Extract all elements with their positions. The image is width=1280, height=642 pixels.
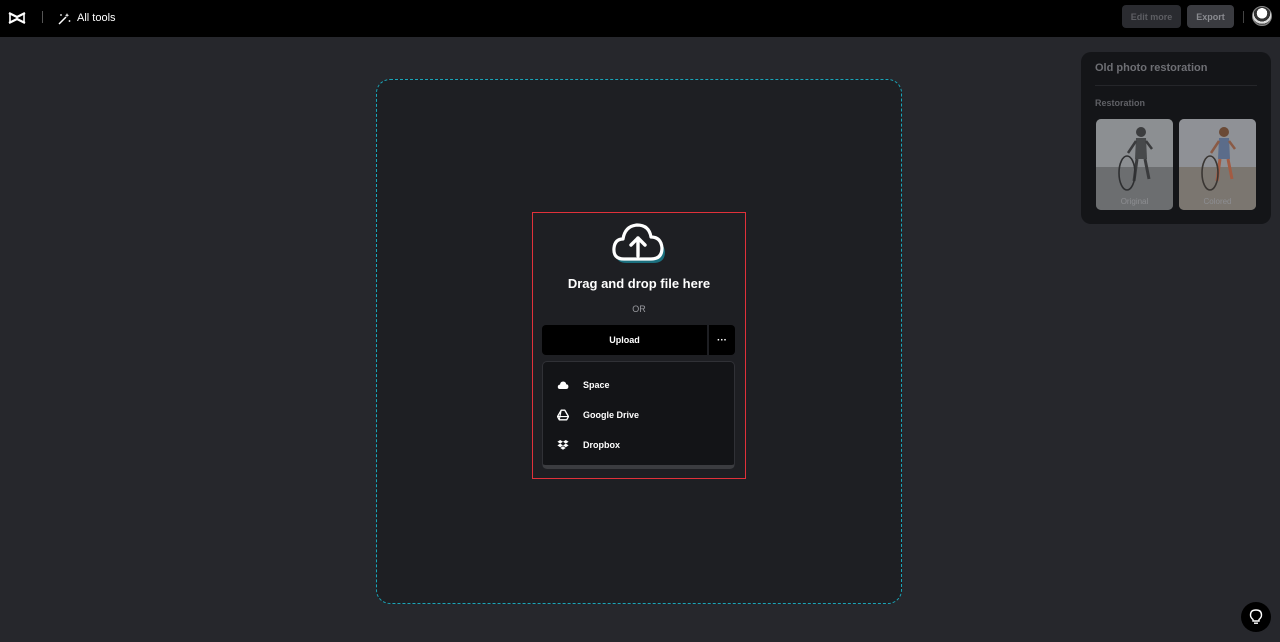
magic-wand-icon [58,12,71,25]
tool-panel: Old photo restoration Restoration Origin… [1081,52,1271,224]
cloud-icon [557,381,569,389]
cloud-upload-icon [612,223,665,263]
help-button[interactable] [1241,602,1271,632]
user-avatar[interactable] [1252,6,1272,26]
thumbnail-colored[interactable]: Colored [1179,119,1256,210]
menu-item-google-drive[interactable]: Google Drive [557,407,639,423]
header-divider-right [1243,11,1244,23]
all-tools-label: All tools [77,12,116,24]
google-drive-icon [557,409,569,421]
thumbnail-caption: Original [1120,197,1149,206]
more-options-button[interactable]: ··· [709,325,735,355]
menu-item-dropbox[interactable]: Dropbox [557,437,620,453]
panel-divider [1095,85,1257,86]
menu-item-label: Dropbox [583,440,620,450]
capcut-logo-icon[interactable] [8,9,26,27]
top-bar: All tools Edit more Export [0,0,1280,37]
edit-more-button[interactable]: Edit more [1122,5,1181,28]
upload-button[interactable]: Upload [542,325,707,355]
lightbulb-icon [1249,609,1263,624]
menu-item-label: Space [583,380,610,390]
thumbnail-original[interactable]: Original [1096,119,1173,210]
drag-drop-text: Drag and drop file here [567,276,711,291]
dropbox-icon [557,440,569,450]
menu-item-space[interactable]: Space [557,377,610,393]
upload-source-menu: Space Google Drive Dropbox [542,361,735,469]
panel-title: Old photo restoration [1095,62,1208,74]
all-tools-button[interactable]: All tools [58,9,116,27]
export-button[interactable]: Export [1187,5,1234,28]
or-text: OR [632,304,646,314]
thumbnail-caption: Colored [1203,197,1232,206]
menu-item-label: Google Drive [583,410,640,420]
header-divider [42,11,43,23]
panel-section-label: Restoration [1095,98,1146,108]
